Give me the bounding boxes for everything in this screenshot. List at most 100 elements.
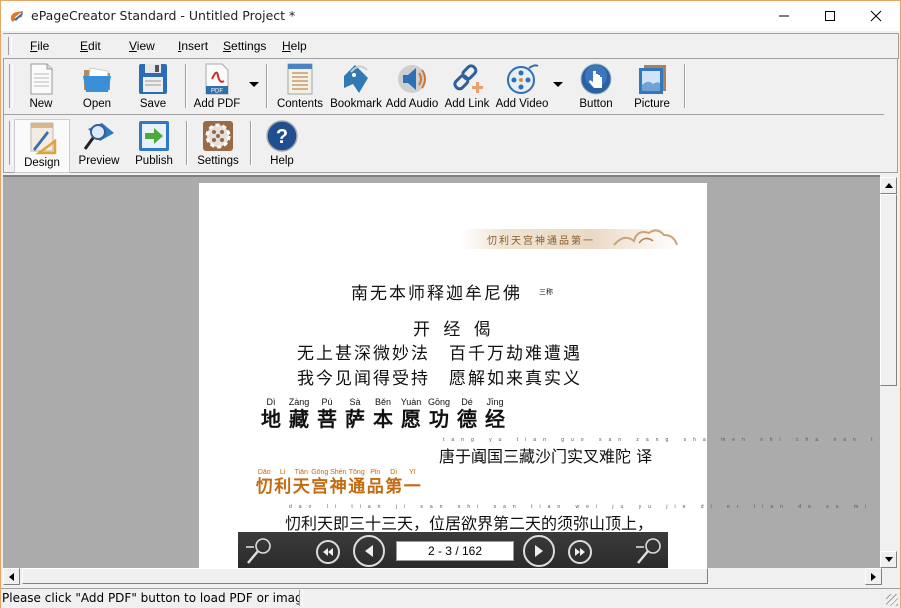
menubar-grip[interactable]: [8, 37, 12, 55]
chapter-title-hanzi: 神: [329, 477, 347, 497]
add-video-dropdown-arrow[interactable]: [553, 82, 563, 87]
chapter-title-hanzi: 宫: [311, 477, 329, 497]
chapter-title-hanzi: 第: [385, 477, 403, 497]
previous-page-button[interactable]: [353, 535, 385, 567]
new-button[interactable]: New: [16, 61, 66, 113]
add-pdf-dropdown-arrow[interactable]: [249, 82, 259, 87]
chapter-title-char: Tōng 通: [348, 469, 367, 497]
cloud-ornament-icon: [613, 229, 678, 246]
scroll-left-button[interactable]: [3, 568, 20, 585]
page-indicator[interactable]: 2 - 3 / 162: [396, 541, 514, 561]
design-button[interactable]: Design: [14, 119, 70, 173]
add-audio-button-label: Add Audio: [385, 98, 439, 110]
resize-grip[interactable]: [886, 594, 898, 606]
minimize-icon: [779, 15, 789, 17]
invocation-note: 三称: [539, 288, 553, 296]
button-tool-button[interactable]: Button: [570, 61, 622, 113]
scroll-up-button[interactable]: [880, 177, 897, 194]
button-tool-button-label: Button: [579, 98, 613, 110]
scroll-right-button[interactable]: [865, 568, 882, 585]
add-audio-button[interactable]: Add Audio: [384, 61, 440, 113]
app-logo-icon: [10, 11, 23, 22]
film-reel-icon: [507, 64, 539, 94]
menu-edit[interactable]: Edit: [80, 39, 101, 53]
picture-button[interactable]: Picture: [626, 61, 678, 113]
sutra-title-hanzi: 愿: [401, 407, 421, 431]
sutra-title-hanzi: 经: [485, 407, 505, 431]
speaker-icon: [398, 65, 426, 93]
publish-button[interactable]: Publish: [128, 118, 180, 170]
sutra-title-hanzi: 德: [457, 407, 477, 431]
toolbar-grip[interactable]: [9, 121, 13, 165]
menu-help-accel: H: [282, 39, 291, 53]
menu-view-rest: iew: [136, 39, 155, 53]
toolbar-grip[interactable]: [9, 64, 13, 108]
chapter-title-hanzi: 天: [292, 477, 310, 497]
bookmark-icon: [344, 65, 368, 93]
picture-button-label: Picture: [634, 98, 670, 110]
zoom-out-icon[interactable]: [244, 536, 274, 566]
sutra-title-hanzi: 地: [261, 407, 281, 431]
settings-button[interactable]: Settings: [192, 118, 244, 170]
toolbar-separator: [266, 64, 268, 108]
last-page-button[interactable]: [568, 540, 592, 564]
menu-settings-accel: S: [223, 39, 232, 53]
translator-line: 唐于阗国三藏沙门实叉难陀 译: [439, 447, 653, 466]
svg-text:PDF: PDF: [211, 89, 223, 95]
menu-insert[interactable]: Insert: [178, 39, 208, 53]
right-arrow-icon: [535, 545, 543, 557]
menu-help[interactable]: Help: [282, 39, 307, 53]
menu-file-rest: ile: [37, 39, 50, 53]
close-button[interactable]: [853, 1, 899, 31]
menu-insert-rest: nsert: [181, 39, 209, 53]
bookmark-button[interactable]: Bookmark: [328, 61, 384, 113]
zoom-in-icon[interactable]: [634, 536, 664, 566]
horizontal-scroll-thumb[interactable]: [22, 568, 709, 584]
menu-view[interactable]: View: [129, 39, 155, 53]
menu-file[interactable]: File: [30, 39, 49, 53]
save-button[interactable]: Save: [128, 61, 178, 113]
vertical-scroll-thumb[interactable]: [880, 194, 897, 386]
chapter-title-hanzi: 忉: [255, 477, 273, 497]
down-arrow-icon: [884, 557, 893, 562]
right-arrow-icon: [871, 572, 876, 581]
add-pdf-button[interactable]: PDF Add PDF: [190, 61, 244, 113]
sutra-title-char: Gōng 功: [425, 397, 453, 430]
design-icon: [30, 122, 57, 155]
menu-settings[interactable]: Settings: [223, 39, 266, 53]
maximize-button[interactable]: [807, 1, 853, 31]
chapter-title-char: Lì 利: [274, 469, 293, 497]
publish-arrow-icon: [139, 121, 169, 151]
scroll-down-button[interactable]: [880, 551, 897, 568]
add-video-button[interactable]: Add Video: [494, 61, 550, 113]
contents-button[interactable]: Contents: [272, 61, 328, 113]
translator-pinyin: tang yu tian guo san zang sha men shi ch…: [443, 437, 880, 443]
open-button[interactable]: Open: [72, 61, 122, 113]
body-line: 忉利天即三十三天，位居欲界第二天的须弥山顶上，: [285, 514, 654, 533]
toolbar-separator: [250, 121, 252, 165]
invocation-text: 南无本师释迦牟尼佛: [351, 284, 522, 304]
gatha-title: 开 经 偈: [413, 320, 495, 340]
left-arrow-icon: [365, 545, 373, 557]
sutra-title-char: Jīng 经: [481, 397, 509, 430]
sutra-title-char: Zàng 藏: [285, 397, 313, 430]
toolbar-area: New Open Save PDF Add PDF Contents Bookm…: [3, 58, 898, 173]
sutra-title-char: Sà 萨: [341, 397, 369, 430]
svg-text:?: ?: [276, 126, 288, 148]
chapter-title-char: Shén 神: [329, 469, 348, 497]
vertical-scrollbar[interactable]: [880, 175, 897, 568]
menu-help-rest: elp: [290, 39, 307, 53]
floppy-disk-icon: [139, 64, 167, 94]
design-button-label: Design: [24, 157, 60, 169]
workspace-canvas[interactable]: 忉利天宫神通品第一 南无本师释迦牟尼佛 三称 开 经 偈 无上甚深微妙法 百千万…: [3, 175, 880, 570]
help-button[interactable]: ? Help: [256, 118, 308, 170]
maximize-icon: [825, 11, 835, 21]
first-page-button[interactable]: [316, 540, 340, 564]
minimize-button[interactable]: [761, 1, 807, 31]
preview-button[interactable]: Preview: [72, 118, 126, 170]
window-title: ePageCreator Standard - Untitled Project…: [31, 8, 296, 23]
add-link-button[interactable]: Add Link: [442, 61, 492, 113]
next-page-button[interactable]: [523, 535, 555, 567]
horizontal-scrollbar[interactable]: [3, 568, 882, 585]
document-page[interactable]: 忉利天宫神通品第一 南无本师释迦牟尼佛 三称 开 经 偈 无上甚深微妙法 百千万…: [199, 183, 880, 570]
